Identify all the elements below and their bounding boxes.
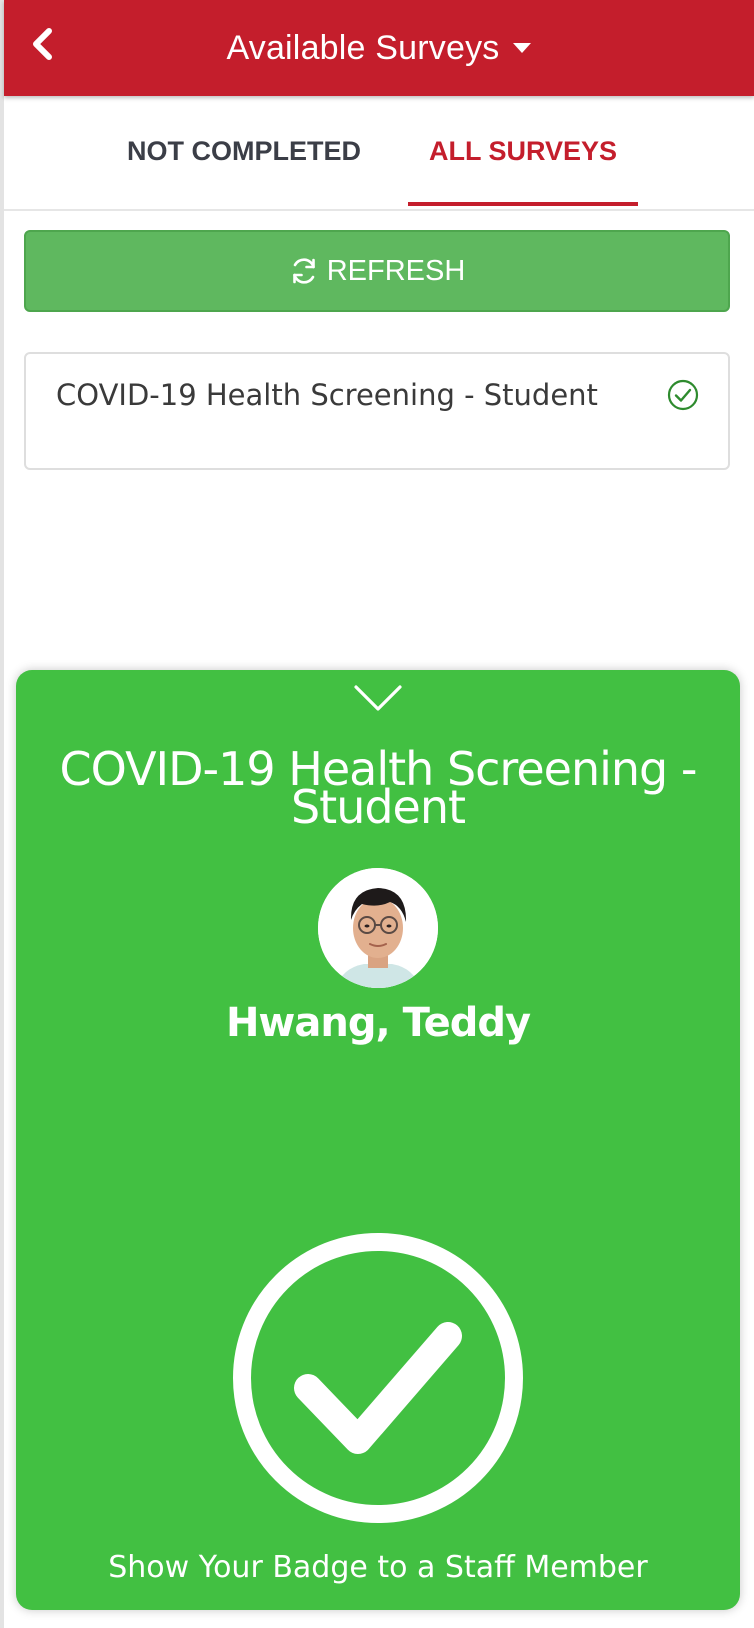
check-circle-icon — [666, 378, 700, 417]
page-title: Available Surveys — [226, 28, 500, 67]
tab-not-completed[interactable]: NOT COMPLETED — [114, 96, 374, 207]
survey-name: COVID-19 Health Screening - Student — [56, 378, 598, 412]
collapse-sheet-button[interactable] — [348, 680, 408, 720]
refresh-button[interactable]: REFRESH — [24, 230, 730, 312]
refresh-icon — [289, 256, 319, 286]
survey-selector-dropdown[interactable]: Available Surveys — [4, 0, 754, 96]
tab-all-surveys[interactable]: ALL SURVEYS — [408, 96, 638, 207]
caret-down-icon — [512, 42, 532, 54]
student-avatar — [318, 868, 438, 988]
chevron-down-icon — [353, 683, 403, 718]
top-app-bar: Available Surveys — [4, 0, 754, 96]
survey-list-item[interactable]: COVID-19 Health Screening - Student — [24, 352, 730, 470]
badge-title: COVID-19 Health Screening - Student — [16, 746, 740, 830]
survey-badge-sheet: COVID-19 Health Screening - Student Hwan… — [16, 670, 740, 1610]
refresh-label: REFRESH — [326, 254, 466, 287]
badge-instruction: Show Your Badge to a Staff Member — [108, 1550, 648, 1585]
active-tab-indicator — [408, 202, 638, 206]
large-check-circle-icon — [228, 1228, 528, 1533]
student-name: Hwang, Teddy — [225, 1000, 531, 1046]
survey-tabs: NOT COMPLETED ALL SURVEYS — [4, 96, 754, 211]
